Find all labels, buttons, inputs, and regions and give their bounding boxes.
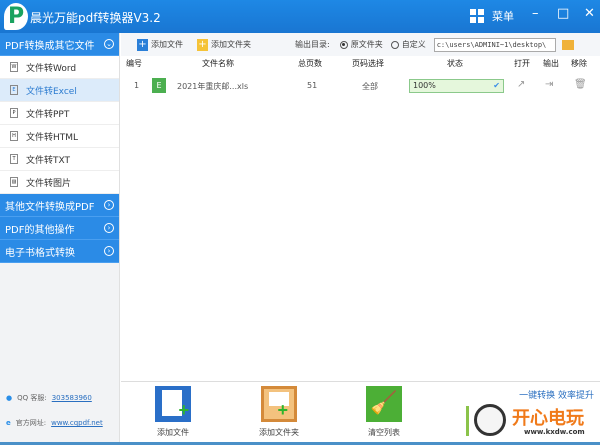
radio-label: 自定义 [401, 40, 426, 49]
chevron-right-icon: › [104, 200, 114, 210]
output-icon[interactable]: ⇥ [545, 79, 553, 90]
site-label: 官方网址: [15, 419, 47, 427]
output-dir-label: 输出目录: [295, 40, 330, 49]
title-bar: P 晨光万能pdf转换器V3.2 菜单 – □ ✕ [0, 0, 600, 33]
website-link[interactable]: www.cqpdf.net [51, 419, 103, 427]
chevron-right-icon: › [104, 223, 114, 233]
add-folder-label: 添加文件夹 [211, 40, 251, 49]
sidebar-item-html[interactable]: H 文件转HTML [0, 125, 119, 148]
progress-bar: 100% ✔ [409, 79, 504, 93]
section-label: PDF转换成其它文件 [5, 40, 95, 52]
app-title: 晨光万能pdf转换器V3.2 [30, 11, 161, 25]
qq-link[interactable]: 303583960 [52, 394, 92, 402]
check-icon: ✔ [493, 81, 500, 90]
sidebar-item-label: 文件转HTML [26, 132, 79, 143]
header-open: 打开 [514, 59, 530, 68]
ppt-file-icon: P [10, 108, 18, 118]
add-file-button[interactable]: + 添加文件 [137, 38, 183, 51]
slogan: 一键转换 效率提升 [519, 391, 594, 401]
menu-label: 菜单 [492, 10, 514, 23]
chevron-right-icon: › [104, 246, 114, 256]
sidebar-section-pdf-to-other[interactable]: PDF转换成其它文件 ⌄ [0, 33, 119, 56]
row-page-range[interactable]: 全部 [362, 81, 378, 92]
add-folder-label: 添加文件夹 [259, 428, 299, 437]
add-folder-icon: + [197, 38, 208, 51]
add-file-label: 添加文件 [151, 40, 183, 49]
radio-icon [339, 40, 348, 49]
sidebar-section-other-to-pdf[interactable]: 其他文件转换成PDF › [0, 194, 119, 217]
add-folder-large-icon: + [261, 386, 297, 422]
ie-icon: e [6, 419, 11, 427]
sidebar-item-label: 文件转PPT [26, 109, 70, 120]
radio-label: 原文件夹 [350, 40, 383, 49]
add-file-icon: + [137, 38, 148, 51]
maximize-button[interactable]: □ [557, 6, 569, 21]
html-file-icon: H [10, 131, 18, 141]
excel-file-icon: E [10, 85, 18, 95]
row-index: 1 [134, 81, 140, 90]
sidebar-item-label: 文件转Excel [26, 86, 77, 97]
image-file-icon: ▨ [10, 177, 18, 187]
radio-source-folder[interactable]: 原文件夹 [339, 39, 383, 50]
chevron-down-icon: ⌄ [104, 39, 114, 49]
excel-badge-icon: E [152, 78, 166, 93]
open-external-icon[interactable]: ↗ [517, 79, 525, 90]
add-file-label: 添加文件 [157, 428, 189, 437]
app-logo: P [4, 3, 28, 30]
row-filename: 2021年重庆邮...xls [177, 82, 249, 91]
output-path-input[interactable]: c:\users\ADMINI~1\desktop\ [433, 37, 556, 52]
menu-button[interactable]: 菜单 [470, 8, 514, 24]
broom-icon: 🧹 [366, 386, 402, 422]
header-status: 状态 [447, 59, 463, 68]
sidebar-item-label: 文件转Word [26, 63, 77, 74]
sidebar-item-image[interactable]: ▨ 文件转图片 [0, 171, 119, 194]
add-folder-button[interactable]: + 添加文件夹 [197, 38, 251, 51]
clear-list-label: 清空列表 [368, 428, 400, 437]
header-page-range: 页码选择 [352, 59, 384, 68]
trash-icon[interactable]: 🗑 [574, 79, 587, 90]
header-filename: 文件名称 [202, 59, 234, 68]
txt-file-icon: T [10, 154, 18, 164]
qq-icon: ● [6, 394, 13, 402]
header-index: 编号 [126, 59, 142, 68]
minimize-button[interactable]: – [532, 6, 539, 21]
table-row[interactable]: 1 E 2021年重庆邮...xls 51 全部 100% ✔ ↗ ⇥ 🗑 [121, 75, 600, 98]
radio-custom[interactable]: 自定义 [390, 39, 426, 50]
clear-list-button[interactable]: 🧹 清空列表 [354, 386, 414, 438]
browse-folder-icon[interactable] [561, 39, 574, 50]
header-remove: 移除 [571, 59, 587, 68]
header-pages: 总页数 [298, 59, 322, 68]
sidebar-item-excel[interactable]: E 文件转Excel [0, 79, 119, 102]
menu-grid-icon [470, 9, 484, 23]
sidebar-section-ebook[interactable]: 电子书格式转换 › [0, 240, 119, 263]
sidebar: PDF转换成其它文件 ⌄ W 文件转Word E 文件转Excel P 文件转PPT H 文件转… [0, 33, 120, 443]
progress-text: 100% [413, 81, 436, 90]
sidebar-item-word[interactable]: W 文件转Word [0, 56, 119, 79]
bottom-panel: + 添加文件 + 添加文件夹 🧹 清空列表 一键转换 效率提升 开心电玩 www… [121, 381, 600, 442]
sidebar-item-label: 文件转TXT [26, 155, 71, 166]
header-output: 输出 [543, 59, 559, 68]
sidebar-section-pdf-operations[interactable]: PDF的其他操作 › [0, 217, 119, 240]
qq-contact: ● QQ 客服: 303583960 [6, 393, 92, 403]
bottom-add-file-button[interactable]: + 添加文件 [143, 386, 203, 438]
section-label: PDF的其他操作 [5, 224, 75, 236]
website-contact: e 官方网址: www.cqpdf.net [6, 418, 103, 428]
bottom-add-folder-button[interactable]: + 添加文件夹 [249, 386, 309, 438]
section-label: 其他文件转换成PDF [5, 201, 95, 213]
sidebar-item-ppt[interactable]: P 文件转PPT [0, 102, 119, 125]
word-file-icon: W [10, 62, 18, 72]
close-button[interactable]: ✕ [584, 6, 595, 21]
sidebar-item-txt[interactable]: T 文件转TXT [0, 148, 119, 171]
qq-label: QQ 客服: [17, 394, 47, 402]
add-file-large-icon: + [155, 386, 191, 422]
section-label: 电子书格式转换 [5, 247, 75, 259]
radio-icon [390, 40, 399, 49]
toolbar: + 添加文件 + 添加文件夹 输出目录: 原文件夹 自定义 c:\users\ADM… [121, 33, 600, 56]
row-pages: 51 [307, 81, 318, 90]
watermark-logo: 开心电玩 www.kxdw.com [464, 402, 596, 440]
sidebar-item-label: 文件转图片 [26, 178, 72, 189]
